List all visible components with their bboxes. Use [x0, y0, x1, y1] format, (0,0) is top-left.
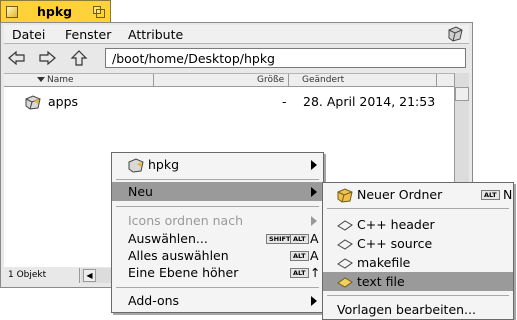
horizontal-scrollbar[interactable]: ◀ [81, 268, 111, 283]
column-header: Name Größe Geändert [4, 73, 454, 87]
context-menu: hpkg Neu Icons ordnen nach Auswählen... … [111, 152, 324, 313]
column-modified[interactable]: Geändert [302, 75, 344, 85]
submenu-arrow-icon [311, 296, 317, 306]
menu-item-label: text file [357, 274, 405, 289]
menu-separator [327, 295, 509, 296]
menu-item-label: hpkg [148, 157, 180, 172]
alt-key-badge: ALT [290, 268, 309, 278]
menu-item-label: Add-ons [128, 293, 180, 308]
alt-key-badge: ALT [481, 190, 500, 200]
close-button[interactable] [6, 6, 18, 18]
document-template-icon [337, 220, 353, 231]
menubar: Datei Fenster Attribute [4, 25, 469, 44]
menu-separator [116, 287, 319, 288]
menu-item-label: C++ header [357, 217, 435, 232]
status-count: 1 Objekt [4, 268, 80, 283]
document-template-icon [337, 239, 353, 250]
menu-item-icons-ordnen: Icons ordnen nach [112, 211, 323, 230]
menu-item-makefile[interactable]: makefile [323, 253, 513, 272]
menu-item-label: Neuer Ordner [357, 187, 443, 202]
menu-item-vorlagen-bearbeiten[interactable]: Vorlagen bearbeiten... [323, 300, 513, 319]
alt-key-badge: ALT [290, 234, 309, 244]
menu-item-label: Vorlagen bearbeiten... [337, 302, 476, 317]
menu-item-label: Neu [128, 184, 153, 199]
navigation-bar: /boot/home/Desktop/hpkg [4, 45, 469, 72]
menu-item-cpp-source[interactable]: C++ source [323, 234, 513, 253]
column-size[interactable]: Größe [257, 75, 284, 85]
menu-item-add-ons[interactable]: Add-ons [112, 291, 323, 310]
package-folder-icon [128, 158, 144, 173]
menu-datei[interactable]: Datei [12, 27, 45, 42]
column-name[interactable]: Name [47, 75, 74, 85]
menu-item-eine-ebene-hoeher[interactable]: Eine Ebene höher ALT ↑ [112, 263, 323, 282]
menu-item-neuer-ordner[interactable]: Neuer Ordner ALT N [323, 185, 513, 204]
scroll-up-button[interactable] [455, 87, 469, 101]
shortcut-key: A [310, 248, 319, 263]
submenu-arrow-icon [311, 160, 317, 170]
menu-item-label: Icons ordnen nach [128, 213, 244, 228]
document-template-icon [337, 258, 353, 269]
menu-item-hpkg[interactable]: hpkg [112, 155, 323, 174]
package-icon[interactable] [447, 26, 463, 42]
sort-arrow-icon[interactable] [37, 77, 45, 82]
zoom-icon-outline [96, 9, 105, 18]
menu-item-label: Auswählen... [128, 231, 208, 246]
menu-attribute[interactable]: Attribute [128, 27, 183, 42]
package-folder-icon [25, 95, 41, 110]
file-name: apps [48, 94, 79, 109]
shortcut-key: ↑ [310, 265, 321, 280]
window-tab[interactable]: hpkg [0, 0, 111, 22]
forward-arrow-icon[interactable] [38, 50, 56, 66]
menu-separator [116, 206, 319, 207]
menu-separator [116, 179, 319, 180]
menu-fenster[interactable]: Fenster [65, 27, 111, 42]
new-folder-icon [337, 188, 353, 203]
menu-item-label: Alles auswählen [128, 248, 229, 263]
column-divider[interactable] [436, 74, 437, 86]
scroll-left-button[interactable]: ◀ [83, 269, 96, 282]
alt-key-badge: ALT [290, 251, 309, 261]
path-field[interactable]: /boot/home/Desktop/hpkg [105, 48, 466, 68]
submenu-arrow-icon [311, 216, 317, 226]
document-template-icon [337, 277, 353, 288]
menu-item-neu[interactable]: Neu [112, 182, 323, 201]
file-modified: 28. April 2014, 21:53 [303, 94, 436, 109]
zoom-button[interactable] [93, 6, 105, 18]
menu-item-cpp-header[interactable]: C++ header [323, 215, 513, 234]
column-divider[interactable] [288, 74, 289, 86]
submenu-neu: Neuer Ordner ALT N C++ header C++ source… [322, 182, 514, 320]
back-arrow-icon[interactable] [8, 50, 26, 66]
window-title: hpkg [37, 4, 73, 19]
column-divider[interactable] [153, 74, 154, 86]
file-size: - [282, 94, 287, 109]
submenu-arrow-icon [311, 187, 317, 197]
menu-item-label: C++ source [357, 236, 433, 251]
shortcut-key: N [503, 187, 513, 202]
list-item[interactable]: apps - 28. April 2014, 21:53 [4, 93, 454, 111]
menu-item-label: Eine Ebene höher [128, 265, 239, 280]
shortcut-key: A [310, 231, 319, 246]
menu-separator [327, 208, 509, 209]
menu-item-label: makefile [357, 255, 411, 270]
menu-item-text-file[interactable]: text file [323, 272, 513, 291]
up-arrow-icon[interactable] [70, 50, 88, 66]
